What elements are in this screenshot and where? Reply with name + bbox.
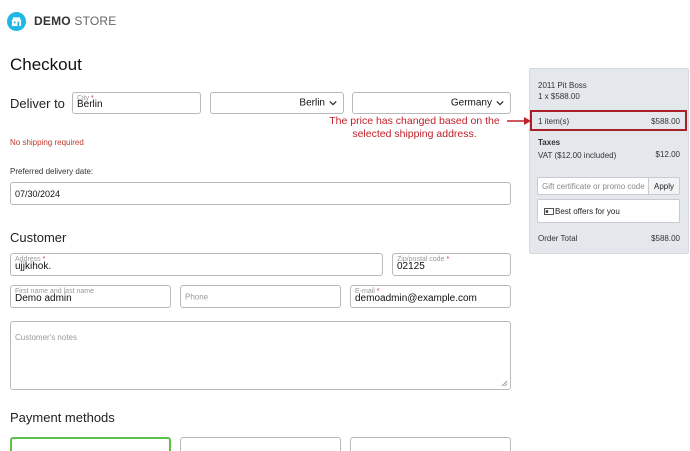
apply-button[interactable]: Apply [648, 177, 680, 195]
email-value: demoadmin@example.com [355, 293, 477, 304]
price-change-annotation: The price has changed based on the selec… [312, 115, 517, 141]
payment-title: Payment methods [10, 410, 115, 425]
customer-title: Customer [10, 230, 67, 245]
payment-method-option-2[interactable] [180, 437, 341, 451]
customer-notes-textarea[interactable]: Customer's notes [10, 321, 511, 390]
items-total: $588.00 [651, 117, 680, 126]
name-input[interactable]: First name and last name Demo admin [10, 285, 171, 308]
delivery-date-value: 07/30/2024 [15, 189, 61, 199]
order-total-value: $588.00 [651, 234, 680, 243]
payment-method-option-3[interactable] [350, 437, 511, 451]
best-offers-label: Best offers for you [555, 207, 620, 216]
resize-handle-icon[interactable] [501, 380, 508, 387]
zip-value: 02125 [397, 261, 425, 272]
payment-method-option-1[interactable] [10, 437, 171, 451]
region-value: Berlin [299, 97, 325, 109]
coupon-icon [544, 208, 554, 215]
phone-placeholder: Phone [185, 292, 209, 301]
zip-input[interactable]: Zip/postal code * 02125 [392, 253, 511, 276]
best-offers-button[interactable]: Best offers for you [537, 199, 680, 223]
vat-label: VAT ($12.00 included) [538, 151, 617, 160]
address-input[interactable]: Address * ujjkihok. [10, 253, 383, 276]
shipping-warning: No shipping required [10, 138, 84, 147]
order-total-label: Order Total [538, 234, 578, 243]
notes-placeholder: Customer's notes [15, 333, 77, 342]
brand-bold: DEMO [34, 14, 71, 28]
city-input[interactable]: City * Berlin [72, 92, 201, 114]
chevron-down-icon [496, 100, 504, 106]
annotation-arrow-icon [507, 117, 531, 125]
phone-input[interactable]: Phone [180, 285, 341, 308]
store-logo[interactable] [7, 12, 26, 31]
gift-code-input[interactable]: Gift certificate or promo code [537, 177, 649, 195]
country-value: Germany [450, 97, 492, 109]
annotation-line-2: selected shipping address. [352, 128, 477, 140]
gift-code-placeholder: Gift certificate or promo code [542, 182, 645, 191]
taxes-title: Taxes [538, 138, 561, 147]
items-count: 1 item(s) [538, 117, 570, 126]
annotation-line-1: The price has changed based on the [329, 115, 500, 127]
region-select[interactable]: Berlin [210, 92, 344, 114]
deliver-to-label: Deliver to [10, 96, 65, 111]
delivery-date-label: Preferred delivery date: [10, 167, 94, 176]
delivery-date-input[interactable]: 07/30/2024 [10, 182, 511, 205]
chevron-down-icon [329, 100, 337, 106]
page-title: Checkout [10, 55, 82, 74]
country-select[interactable]: Germany [352, 92, 511, 114]
address-value: ujjkihok. [15, 261, 52, 272]
name-value: Demo admin [15, 293, 72, 304]
store-icon [11, 17, 22, 27]
product-qty-price: 1 x $588.00 [538, 92, 580, 101]
vat-value: $12.00 [655, 150, 680, 159]
product-name[interactable]: 2011 Pit Boss [538, 81, 587, 90]
brand-rest: STORE [74, 14, 117, 28]
city-value: Berlin [77, 99, 103, 110]
store-name[interactable]: DEMO STORE [34, 14, 116, 28]
email-input[interactable]: E-mail * demoadmin@example.com [350, 285, 511, 308]
